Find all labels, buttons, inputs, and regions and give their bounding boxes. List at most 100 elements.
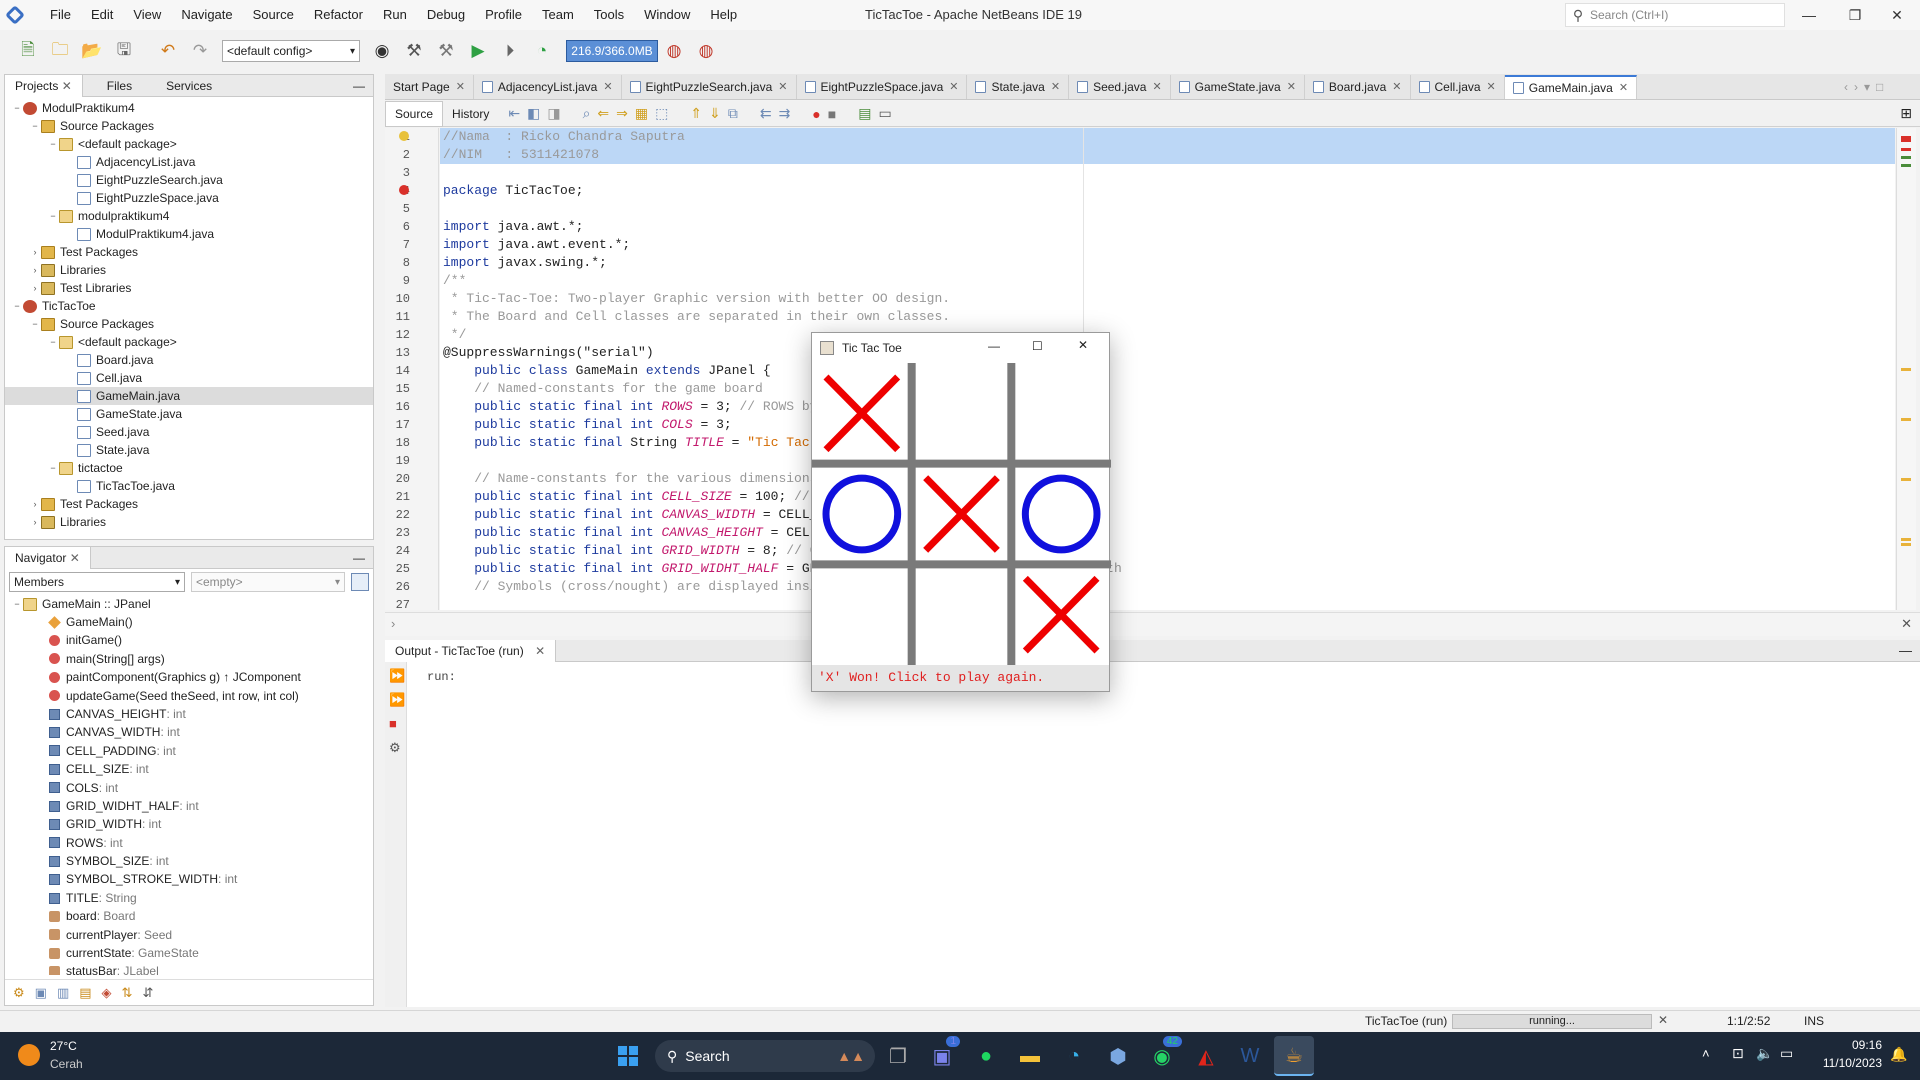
uncomment-icon[interactable]: ▭ [878, 105, 891, 122]
editor-tab[interactable]: Board.java ✕ [1305, 75, 1411, 99]
tab-history[interactable]: History [443, 102, 498, 126]
configuration-select[interactable]: <default config> ▾ [222, 40, 360, 62]
comment-icon[interactable]: ▤ [858, 105, 871, 122]
tree-item[interactable]: Seed.java [5, 423, 373, 441]
close-tab-icon[interactable]: ✕ [603, 75, 612, 99]
menu-view[interactable]: View [123, 0, 171, 30]
code-line[interactable]: * Tic-Tac-Toe: Two-player Graphic versio… [440, 290, 1895, 308]
tab-output[interactable]: Output - TicTacToe (run) ✕ [385, 639, 557, 662]
split-editor-icon[interactable]: ⊞ [1900, 105, 1912, 122]
code-line[interactable]: */ [440, 326, 1895, 344]
navigator-member[interactable]: CELL_PADDING : int [5, 742, 373, 760]
menu-edit[interactable]: Edit [81, 0, 123, 30]
tree-toggle-icon[interactable]: › [29, 513, 41, 531]
clock-date[interactable]: 11/10/2023 [1812, 1056, 1882, 1070]
menu-window[interactable]: Window [634, 0, 700, 30]
code-line[interactable]: package TicTacToe; [440, 182, 1895, 200]
forward-icon[interactable]: ◨ [547, 105, 560, 122]
close-tab-icon[interactable]: ✕ [1152, 75, 1161, 99]
code-line[interactable]: // Named-constants for the game board [440, 380, 1895, 398]
code-line[interactable] [440, 200, 1895, 218]
board-cell[interactable] [1011, 464, 1111, 565]
new-project-icon[interactable]: 🗀 [47, 38, 73, 64]
toggle-bookmark-icon[interactable]: ⧉ [728, 105, 738, 122]
code-line[interactable] [440, 452, 1895, 470]
shift-right-icon[interactable]: ⇉ [779, 105, 791, 122]
close-button[interactable]: ✕ [1078, 338, 1088, 352]
tree-item[interactable]: − modulpraktikum4 [5, 207, 373, 225]
taskbar-search[interactable]: ⚲ Search ▲▲ [655, 1040, 875, 1072]
code-line[interactable]: public static final int GRID_WIDTH = 8; … [440, 542, 1895, 560]
new-file-icon[interactable]: 🗎 [15, 38, 41, 64]
tab-source[interactable]: Source [385, 100, 444, 127]
editor-tab[interactable]: GameState.java ✕ [1171, 75, 1305, 99]
show-hidden-icons[interactable]: ˄ [1702, 1046, 1710, 1061]
code-line[interactable]: public static final int GRID_WIDHT_HALF … [440, 560, 1895, 578]
tree-item[interactable]: › Test Packages [5, 243, 373, 261]
output-console[interactable]: run: [385, 662, 1920, 1007]
navigator-member[interactable]: SYMBOL_STROKE_WIDTH : int [5, 870, 373, 888]
show-fields-icon[interactable]: ▣ [35, 985, 47, 1001]
menu-help[interactable]: Help [700, 0, 747, 30]
game-board[interactable] [812, 363, 1111, 665]
editor-tab-navigation[interactable]: ‹›▾□ [1844, 80, 1889, 94]
editor-tab[interactable]: EightPuzzleSearch.java ✕ [622, 75, 797, 99]
sort-by-name-icon[interactable]: ⇅ [122, 985, 133, 1001]
tab-projects[interactable]: Projects ✕ [5, 74, 83, 97]
navigator-root[interactable]: − GameMain :: JPanel [5, 595, 373, 613]
code-line[interactable]: public static final String TITLE = "Tic … [440, 434, 1895, 452]
tree-item[interactable]: EightPuzzleSpace.java [5, 189, 373, 207]
navigator-empty-select[interactable]: <empty> ▾ [191, 572, 345, 592]
editor-tab[interactable]: AdjacencyList.java ✕ [474, 75, 622, 99]
menu-source[interactable]: Source [243, 0, 304, 30]
ide-search-box[interactable]: ⚲ Search (Ctrl+I) [1565, 3, 1785, 27]
navigator-member[interactable]: TITLE : String [5, 889, 373, 907]
notifications-icon[interactable]: 🔔 [1890, 1046, 1907, 1063]
navigator-member[interactable]: CELL_SIZE : int [5, 760, 373, 778]
tree-item[interactable]: › Libraries [5, 261, 373, 279]
run-icon[interactable]: ▶ [465, 38, 491, 64]
stop-macro-icon[interactable]: ■ [828, 106, 836, 122]
menu-refactor[interactable]: Refactor [304, 0, 373, 30]
navigator-member[interactable]: CANVAS_HEIGHT : int [5, 705, 373, 723]
clean-build-icon[interactable]: ⚒ [433, 38, 459, 64]
editor-tab[interactable]: State.java ✕ [967, 75, 1070, 99]
next-bookmark-icon[interactable]: ⇓ [709, 105, 721, 122]
find-previous-icon[interactable]: ⇐ [597, 105, 609, 122]
close-tab-icon[interactable]: ✕ [1392, 75, 1401, 99]
minimize-panel-icon[interactable]: — [353, 551, 365, 565]
show-static-icon[interactable]: ▥ [57, 985, 69, 1001]
redo-icon[interactable]: ↷ [187, 38, 213, 64]
output-settings-icon[interactable]: ⚙ [389, 740, 401, 756]
navigator-member[interactable]: board : Board [5, 907, 373, 925]
navigator-member[interactable]: currentPlayer : Seed [5, 926, 373, 944]
tree-item[interactable]: − Source Packages [5, 117, 373, 135]
code-line[interactable]: //Nama : Ricko Chandra Saputra [440, 128, 1895, 146]
back-icon[interactable]: ◧ [527, 105, 540, 122]
board-cell[interactable] [812, 564, 912, 665]
navigator-member[interactable]: GameMain() [5, 613, 373, 631]
java-app-taskbar-icon[interactable]: ☕ [1274, 1036, 1314, 1076]
teams-icon[interactable]: ▣ 1 [922, 1036, 962, 1076]
code-line[interactable]: /** [440, 272, 1895, 290]
board-cell[interactable] [1011, 564, 1111, 665]
close-tab-icon[interactable]: ✕ [1051, 75, 1060, 99]
minimize-panel-icon[interactable]: — [353, 79, 365, 93]
close-icon[interactable]: ✕ [1901, 616, 1912, 632]
minimize-button[interactable]: — [988, 339, 1000, 353]
tree-item[interactable]: › Test Packages [5, 495, 373, 513]
find-next-icon[interactable]: ⇒ [616, 105, 628, 122]
tree-toggle-icon[interactable]: − [11, 297, 23, 315]
profile-icon[interactable]: ◔ [529, 38, 555, 64]
tree-item[interactable]: TicTacToe.java [5, 477, 373, 495]
show-inner-classes-icon[interactable]: ◈ [102, 985, 112, 1001]
weather-temp[interactable]: 27°C [50, 1039, 77, 1053]
navigator-member[interactable]: GRID_WIDHT_HALF : int [5, 797, 373, 815]
navigator-member[interactable]: statusBar : JLabel [5, 962, 373, 975]
undo-icon[interactable]: ↶ [155, 38, 181, 64]
word-icon[interactable]: W [1230, 1036, 1270, 1076]
tab-services[interactable]: Services [142, 75, 222, 97]
volume-icon[interactable]: 🔈 [1756, 1045, 1773, 1062]
tree-toggle-icon[interactable]: − [29, 315, 41, 333]
code-line[interactable]: * The Board and Cell classes are separat… [440, 308, 1895, 326]
